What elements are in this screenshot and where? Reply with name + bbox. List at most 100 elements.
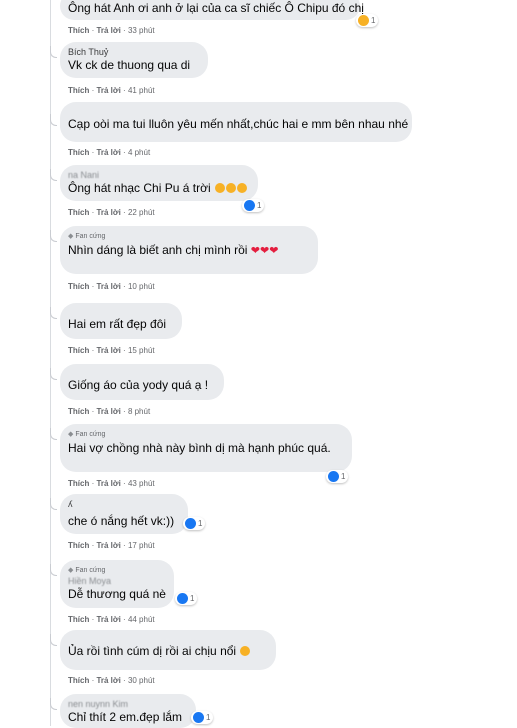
reply-link[interactable]: Trả lời bbox=[96, 479, 120, 488]
thread-connector bbox=[50, 498, 57, 510]
comment-text: che ó nắng hết vk:)) bbox=[68, 514, 175, 528]
reply-link[interactable]: Trả lời bbox=[96, 26, 120, 35]
reaction-badge[interactable]: 1 bbox=[183, 517, 206, 530]
comment-actions: Thích · Trả lời · 8 phút bbox=[68, 407, 150, 416]
thread-connector bbox=[50, 698, 57, 710]
heart-emoji-icon: ❤❤❤ bbox=[250, 245, 279, 257]
comment-bubble: Bích Thuỷ Vk ck de thuong qua di bbox=[60, 42, 208, 78]
reply-link[interactable]: Trả lời bbox=[96, 282, 120, 291]
reaction-badge[interactable]: 1 bbox=[356, 14, 379, 27]
thread-connector bbox=[50, 307, 57, 319]
reaction-count: 1 bbox=[341, 472, 346, 481]
comment-time: 33 phút bbox=[127, 26, 155, 35]
comment-bubble: Ủa rồi tình cúm dị rồi ai chịu nổi bbox=[60, 630, 276, 670]
reaction-badge[interactable]: 1 bbox=[191, 711, 214, 724]
comment-author[interactable]: ʎ bbox=[68, 499, 178, 509]
reaction-count: 1 bbox=[206, 713, 211, 722]
comment-time: 30 phút bbox=[127, 676, 155, 685]
like-reaction-icon bbox=[244, 200, 255, 211]
like-link[interactable]: Thích bbox=[68, 479, 89, 488]
comment-author[interactable]: Bích Thuỷ bbox=[68, 47, 198, 57]
separator: · bbox=[120, 148, 128, 157]
comment-time: 8 phút bbox=[127, 407, 151, 416]
reaction-count: 1 bbox=[198, 519, 203, 528]
like-link[interactable]: Thích bbox=[68, 346, 89, 355]
comment-actions: Thích · Trả lời · 22 phút bbox=[68, 208, 155, 217]
reaction-badge[interactable]: 1 bbox=[242, 199, 265, 212]
reaction-count: 1 bbox=[371, 16, 376, 25]
reply-link[interactable]: Trả lời bbox=[96, 615, 120, 624]
reaction-badge[interactable]: 1 bbox=[175, 592, 198, 605]
reply-link[interactable]: Trả lời bbox=[96, 208, 120, 217]
comment-text: Giống áo của yody quá ạ ! bbox=[68, 378, 209, 392]
separator: · bbox=[120, 282, 128, 291]
comment-text: Nhìn dáng là biết anh chị mình rồi ❤❤❤ bbox=[68, 243, 279, 257]
like-link[interactable]: Thích bbox=[68, 282, 89, 291]
reply-link[interactable]: Trả lời bbox=[96, 676, 120, 685]
comment-actions: Thích · Trả lời · 15 phút bbox=[68, 346, 155, 355]
laughing-emoji-icon bbox=[214, 183, 225, 193]
like-link[interactable]: Thích bbox=[68, 615, 89, 624]
comment-actions: Thích · Trả lời · 43 phút bbox=[68, 479, 155, 488]
comment-bubble: Giống áo của yody quá ạ ! bbox=[60, 364, 224, 400]
fan-badge: ◆ Fan cứng bbox=[68, 567, 106, 574]
like-link[interactable]: Thích bbox=[68, 541, 89, 550]
comment-time: 4 phút bbox=[127, 148, 151, 157]
comment-text: Ủa rồi tình cúm dị rồi ai chịu nổi bbox=[68, 643, 266, 659]
comment-author[interactable]: Hiền Moya bbox=[68, 576, 164, 586]
comment-bubble: Ông hát Anh ơi anh ở lại của ca sĩ chiếc… bbox=[60, 0, 364, 20]
comment-time: 22 phút bbox=[127, 208, 155, 217]
reply-link[interactable]: Trả lời bbox=[96, 86, 120, 95]
thread-line bbox=[50, 0, 51, 726]
like-link[interactable]: Thích bbox=[68, 86, 89, 95]
like-link[interactable]: Thích bbox=[68, 26, 89, 35]
thread-connector bbox=[50, 230, 57, 242]
separator: · bbox=[120, 615, 128, 624]
reaction-count: 1 bbox=[257, 201, 262, 210]
comment-time: 41 phút bbox=[127, 86, 155, 95]
comment-bubble: Cạp oòi ma tui lluôn yêu mến nhất,chúc h… bbox=[60, 102, 412, 142]
like-link[interactable]: Thích bbox=[68, 208, 89, 217]
comment-actions: Thích · Trả lời · 10 phút bbox=[68, 282, 155, 291]
thread-connector bbox=[50, 368, 57, 380]
thread-connector bbox=[50, 634, 57, 646]
reply-link[interactable]: Trả lời bbox=[96, 148, 120, 157]
reaction-badge[interactable]: 1 bbox=[326, 470, 349, 483]
separator: · bbox=[120, 407, 128, 416]
fan-badge: ◆ Fan cứng bbox=[68, 431, 106, 438]
comment-time: 17 phút bbox=[127, 541, 155, 550]
haha-reaction-icon bbox=[358, 15, 369, 26]
separator: · bbox=[120, 26, 128, 35]
comment-time: 44 phút bbox=[127, 615, 155, 624]
thread-connector bbox=[50, 428, 57, 440]
reply-link[interactable]: Trả lời bbox=[96, 346, 120, 355]
like-link[interactable]: Thích bbox=[68, 407, 89, 416]
comment-actions: Thích · Trả lời · 44 phút bbox=[68, 615, 155, 624]
separator: · bbox=[120, 86, 128, 95]
reaction-count: 1 bbox=[190, 594, 195, 603]
comment-text: Chỉ thít 2 em.đẹp lắm bbox=[68, 710, 183, 724]
comment-time: 43 phút bbox=[127, 479, 155, 488]
comment-actions: Thích · Trả lời · 41 phút bbox=[68, 86, 155, 95]
like-reaction-icon bbox=[328, 471, 339, 482]
reply-link[interactable]: Trả lời bbox=[96, 541, 120, 550]
separator: · bbox=[120, 208, 128, 217]
reply-link[interactable]: Trả lời bbox=[96, 407, 120, 416]
diamond-icon: ◆ bbox=[68, 431, 74, 438]
thread-connector bbox=[50, 114, 57, 126]
comment-actions: Thích · Trả lời · 4 phút bbox=[68, 148, 150, 157]
like-link[interactable]: Thích bbox=[68, 148, 89, 157]
comment-author[interactable]: nen nuynn Kim bbox=[68, 699, 186, 709]
comment-author[interactable]: na Nani bbox=[68, 170, 248, 180]
diamond-icon: ◆ bbox=[68, 233, 74, 240]
comment-actions: Thích · Trả lời · 30 phút bbox=[68, 676, 155, 685]
separator: · bbox=[120, 676, 128, 685]
laughing-emoji-icon bbox=[225, 183, 236, 193]
like-reaction-icon bbox=[177, 593, 188, 604]
comment-text: Dễ thương quá nè bbox=[68, 587, 166, 601]
diamond-icon: ◆ bbox=[68, 567, 74, 574]
comment-time: 10 phút bbox=[127, 282, 155, 291]
separator: · bbox=[120, 541, 128, 550]
like-reaction-icon bbox=[193, 712, 204, 723]
like-link[interactable]: Thích bbox=[68, 676, 89, 685]
